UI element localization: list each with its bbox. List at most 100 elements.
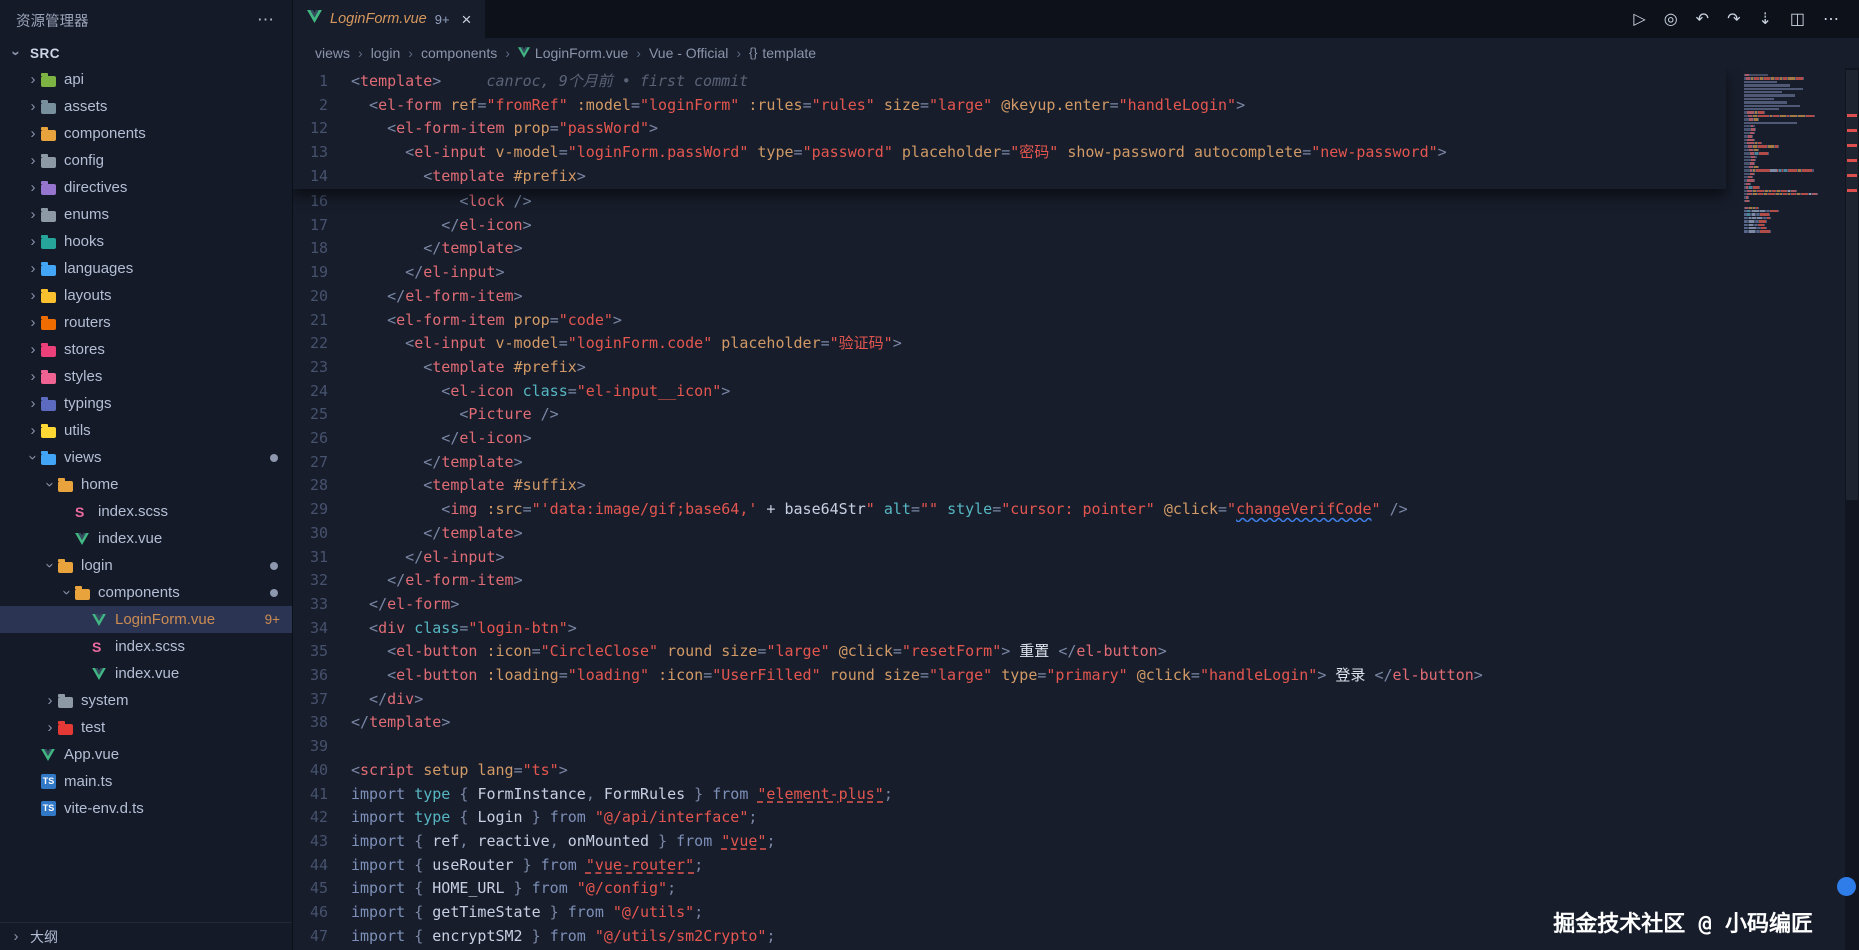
code-line-39[interactable]: 39 [293,735,1726,759]
minimap[interactable] [1740,68,1845,950]
code-line-35[interactable]: 35 <el-button :icon="CircleClose" round … [293,640,1726,664]
line-number[interactable]: 44 [293,854,351,878]
code-line-1[interactable]: 1 <template> canroc, 9个月前 • first commit [293,70,1726,94]
code-line-12[interactable]: 12 <el-form-item prop="passWord"> [293,117,1726,141]
line-number[interactable]: 34 [293,617,351,641]
line-number[interactable]: 32 [293,569,351,593]
line-number[interactable]: 23 [293,356,351,380]
sidebar-item-index-scss[interactable]: Sindex.scss [0,633,292,660]
code-line-21[interactable]: 21 <el-form-item prop="code"> [293,309,1726,333]
explorer-root-src[interactable]: › SRC [0,40,292,66]
code-line-16[interactable]: 16 <lock /> [293,190,1726,214]
code-line-43[interactable]: 43 import { ref, reactive, onMounted } fr… [293,830,1726,854]
line-number[interactable]: 30 [293,522,351,546]
sidebar-item-index-vue[interactable]: index.vue [0,660,292,687]
sidebar-item-api[interactable]: › api [0,66,292,93]
line-number[interactable]: 42 [293,806,351,830]
breadcrumb-template[interactable]: {} template [749,45,816,61]
sidebar-item-views[interactable]: › views [0,444,292,471]
sidebar-item-test[interactable]: › test [0,714,292,741]
code-line-41[interactable]: 41 import type { FormInstance, FormRules … [293,783,1726,807]
split-editor-icon[interactable]: ◫ [1790,9,1805,29]
line-number[interactable]: 16 [293,190,351,214]
line-number[interactable]: 25 [293,403,351,427]
code-line-33[interactable]: 33 </el-form> [293,593,1726,617]
line-number[interactable]: 40 [293,759,351,783]
code-line-46[interactable]: 46 import { getTimeState } from "@/utils"… [293,901,1726,925]
sidebar-item-languages[interactable]: › languages [0,255,292,282]
scrollbar[interactable] [1845,68,1859,950]
sidebar-item-layouts[interactable]: › layouts [0,282,292,309]
close-icon[interactable]: × [462,11,472,28]
code-line-31[interactable]: 31 </el-input> [293,546,1726,570]
more-actions-icon[interactable]: ⋯ [1823,9,1839,29]
search-icon[interactable]: ◎ [1664,9,1678,29]
code-line-13[interactable]: 13 <el-input v-model="loginForm.passWord… [293,141,1726,165]
code-line-40[interactable]: 40 <script setup lang="ts"> [293,759,1726,783]
code-line-38[interactable]: 38 </template> [293,711,1726,735]
sidebar-item-enums[interactable]: › enums [0,201,292,228]
code-line-26[interactable]: 26 </el-icon> [293,427,1726,451]
code-line-22[interactable]: 22 <el-input v-model="loginForm.code" pl… [293,332,1726,356]
line-number[interactable]: 28 [293,474,351,498]
line-number[interactable]: 37 [293,688,351,712]
sidebar-item-components[interactable]: › components [0,120,292,147]
line-number[interactable]: 17 [293,214,351,238]
line-number[interactable]: 46 [293,901,351,925]
sidebar-item-config[interactable]: › config [0,147,292,174]
line-number[interactable]: 36 [293,664,351,688]
line-number[interactable]: 47 [293,925,351,949]
outline-section[interactable]: › 大纲 [0,922,292,950]
line-number[interactable]: 26 [293,427,351,451]
line-number[interactable]: 27 [293,451,351,475]
line-number[interactable]: 24 [293,380,351,404]
tab-loginform-vue[interactable]: LoginForm.vue 9+ × [293,0,486,38]
breadcrumb-components[interactable]: components [421,45,497,61]
sidebar-item-home[interactable]: › home [0,471,292,498]
line-number[interactable]: 45 [293,877,351,901]
line-number[interactable]: 39 [293,735,351,759]
line-number[interactable]: 19 [293,261,351,285]
code-line-47[interactable]: 47 import { encryptSM2 } from "@/utils/sm… [293,925,1726,949]
sidebar-item-app-vue[interactable]: App.vue [0,741,292,768]
line-number[interactable]: 18 [293,237,351,261]
breadcrumb-vue-official[interactable]: Vue - Official [649,45,728,61]
sidebar-item-index-scss[interactable]: Sindex.scss [0,498,292,525]
code-line-18[interactable]: 18 </template> [293,237,1726,261]
code-line-44[interactable]: 44 import { useRouter } from "vue-router"… [293,854,1726,878]
breadcrumb-loginform-vue[interactable]: LoginForm.vue [517,45,628,61]
line-number[interactable]: 35 [293,640,351,664]
run-button[interactable]: ▷ [1633,9,1645,29]
scrollbar-thumb[interactable] [1846,70,1858,500]
sidebar-item-directives[interactable]: › directives [0,174,292,201]
sidebar-item-index-vue[interactable]: index.vue [0,525,292,552]
sidebar-item-stores[interactable]: › stores [0,336,292,363]
code-line-24[interactable]: 24 <el-icon class="el-input__icon"> [293,380,1726,404]
code-line-32[interactable]: 32 </el-form-item> [293,569,1726,593]
breadcrumb-views[interactable]: views [315,45,350,61]
code-line-23[interactable]: 23 <template #prefix> [293,356,1726,380]
line-number[interactable]: 43 [293,830,351,854]
sidebar-item-assets[interactable]: › assets [0,93,292,120]
sidebar-item-utils[interactable]: › utils [0,417,292,444]
run-below-icon[interactable]: ⇣ [1758,9,1771,29]
code-line-25[interactable]: 25 <Picture /> [293,403,1726,427]
line-number[interactable]: 33 [293,593,351,617]
code-line-17[interactable]: 17 </el-icon> [293,214,1726,238]
code-line-37[interactable]: 37 </div> [293,688,1726,712]
code-line-34[interactable]: 34 <div class="login-btn"> [293,617,1726,641]
sidebar-item-vite-env-d-ts[interactable]: TS vite-env.d.ts [0,795,292,822]
breadcrumb-login[interactable]: login [371,45,401,61]
sidebar-item-styles[interactable]: › styles [0,363,292,390]
line-number[interactable]: 21 [293,309,351,333]
line-number[interactable]: 41 [293,783,351,807]
sidebar-item-components[interactable]: › components [0,579,292,606]
code-line-30[interactable]: 30 </template> [293,522,1726,546]
sidebar-item-loginform-vue[interactable]: LoginForm.vue 9+ [0,606,292,633]
code-line-36[interactable]: 36 <el-button :loading="loading" :icon="… [293,664,1726,688]
sidebar-item-routers[interactable]: › routers [0,309,292,336]
code-line-42[interactable]: 42 import type { Login } from "@/api/inte… [293,806,1726,830]
sidebar-item-system[interactable]: › system [0,687,292,714]
code-line-2[interactable]: 2 <el-form ref="fromRef" :model="loginFo… [293,94,1726,118]
code-line-45[interactable]: 45 import { HOME_URL } from "@/config"; [293,877,1726,901]
